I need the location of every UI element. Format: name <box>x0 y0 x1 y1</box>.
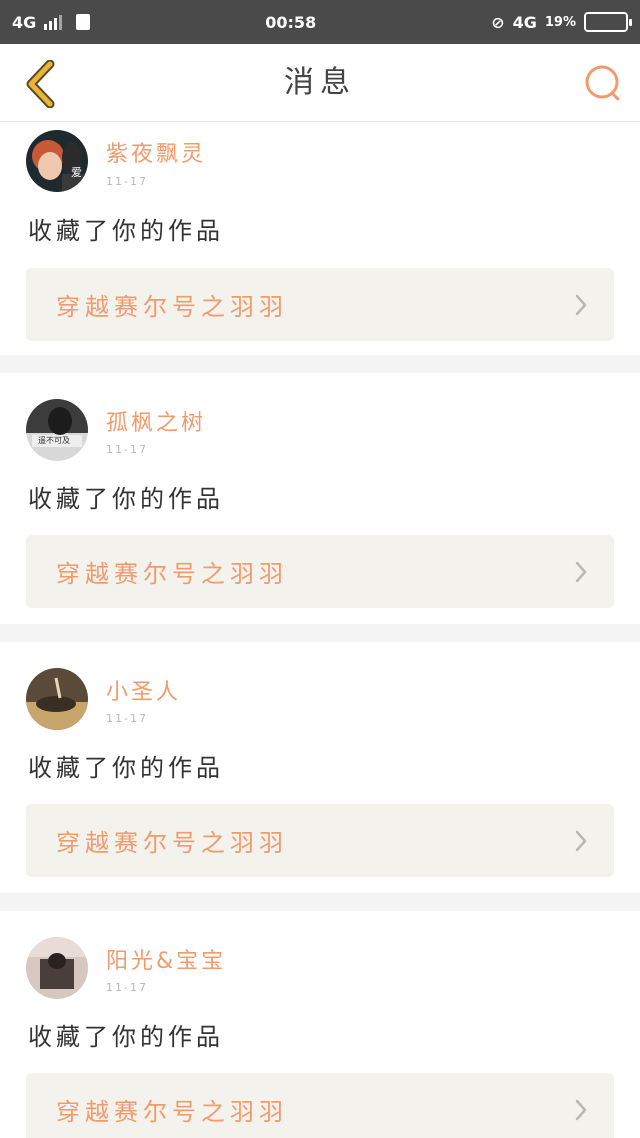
work-link[interactable]: 穿越赛尔号之羽羽 <box>26 804 614 877</box>
message-date: 11-17 <box>106 712 148 725</box>
message-card: 阳光&宝宝 11-17 收藏了你的作品 穿越赛尔号之羽羽 <box>0 911 640 1138</box>
avatar-badge: 爱 <box>71 166 82 179</box>
status-time: 00:58 <box>265 12 317 32</box>
avatar[interactable]: 遥不可及 <box>26 399 88 461</box>
search-button[interactable] <box>578 58 628 108</box>
work-title: 穿越赛尔号之羽羽 <box>56 1098 288 1126</box>
work-title: 穿越赛尔号之羽羽 <box>56 560 288 588</box>
username[interactable]: 阳光&宝宝 <box>106 943 226 975</box>
avatar-image <box>26 668 88 730</box>
avatar-image <box>26 130 88 192</box>
message-card: 爱 紫夜飘灵 11-17 收藏了你的作品 穿越赛尔号之羽羽 <box>0 122 640 355</box>
username[interactable]: 紫夜飘灵 <box>106 136 206 168</box>
work-title: 穿越赛尔号之羽羽 <box>56 829 288 857</box>
action-text: 收藏了你的作品 <box>28 217 224 245</box>
shopping-bag-icon <box>76 14 91 30</box>
network-label-left: 4G <box>12 12 37 32</box>
chevron-right-icon <box>575 830 587 851</box>
avatar-image <box>26 399 88 461</box>
action-text: 收藏了你的作品 <box>28 485 224 513</box>
message-card: 遥不可及 孤枫之树 11-17 收藏了你的作品 穿越赛尔号之羽羽 <box>0 373 640 624</box>
battery-percent: 19% <box>544 14 576 30</box>
action-text: 收藏了你的作品 <box>28 754 224 782</box>
message-date: 11-17 <box>106 443 148 456</box>
card-header: 爱 紫夜飘灵 11-17 <box>0 122 640 202</box>
card-header: 小圣人 11-17 <box>0 642 640 738</box>
app-header: 消息 <box>0 44 640 122</box>
chevron-right-icon <box>575 561 587 582</box>
network-label-right: 4G <box>512 12 537 32</box>
status-bar: 4G 00:58 ⊘ 4G 19% <box>0 0 640 44</box>
work-link[interactable]: 穿越赛尔号之羽羽 <box>26 535 614 608</box>
status-left: 4G <box>12 12 91 32</box>
work-title: 穿越赛尔号之羽羽 <box>56 293 288 321</box>
battery-icon <box>584 12 632 32</box>
search-icon <box>585 65 620 101</box>
work-link[interactable]: 穿越赛尔号之羽羽 <box>26 1073 614 1138</box>
card-header: 阳光&宝宝 11-17 <box>0 911 640 1007</box>
avatar[interactable] <box>26 668 88 730</box>
work-link[interactable]: 穿越赛尔号之羽羽 <box>26 268 614 341</box>
message-date: 11-17 <box>106 175 148 188</box>
status-right: ⊘ 4G 19% <box>491 12 632 32</box>
page-title: 消息 <box>284 65 356 100</box>
chevron-right-icon <box>575 1099 587 1120</box>
message-card: 小圣人 11-17 收藏了你的作品 穿越赛尔号之羽羽 <box>0 642 640 893</box>
chevron-right-icon <box>575 294 587 315</box>
message-date: 11-17 <box>106 981 148 994</box>
signal-icon <box>44 14 63 30</box>
avatar[interactable]: 爱 <box>26 130 88 192</box>
message-feed[interactable]: 爱 紫夜飘灵 11-17 收藏了你的作品 穿越赛尔号之羽羽 遥不可及 孤枫之树 … <box>0 122 640 1138</box>
mute-icon: ⊘ <box>491 12 505 32</box>
avatar-image <box>26 937 88 999</box>
avatar[interactable] <box>26 937 88 999</box>
avatar-badge: 遥不可及 <box>38 436 70 445</box>
action-text: 收藏了你的作品 <box>28 1023 224 1051</box>
username[interactable]: 小圣人 <box>106 674 181 706</box>
username[interactable]: 孤枫之树 <box>106 405 206 437</box>
card-header: 遥不可及 孤枫之树 11-17 <box>0 373 640 469</box>
